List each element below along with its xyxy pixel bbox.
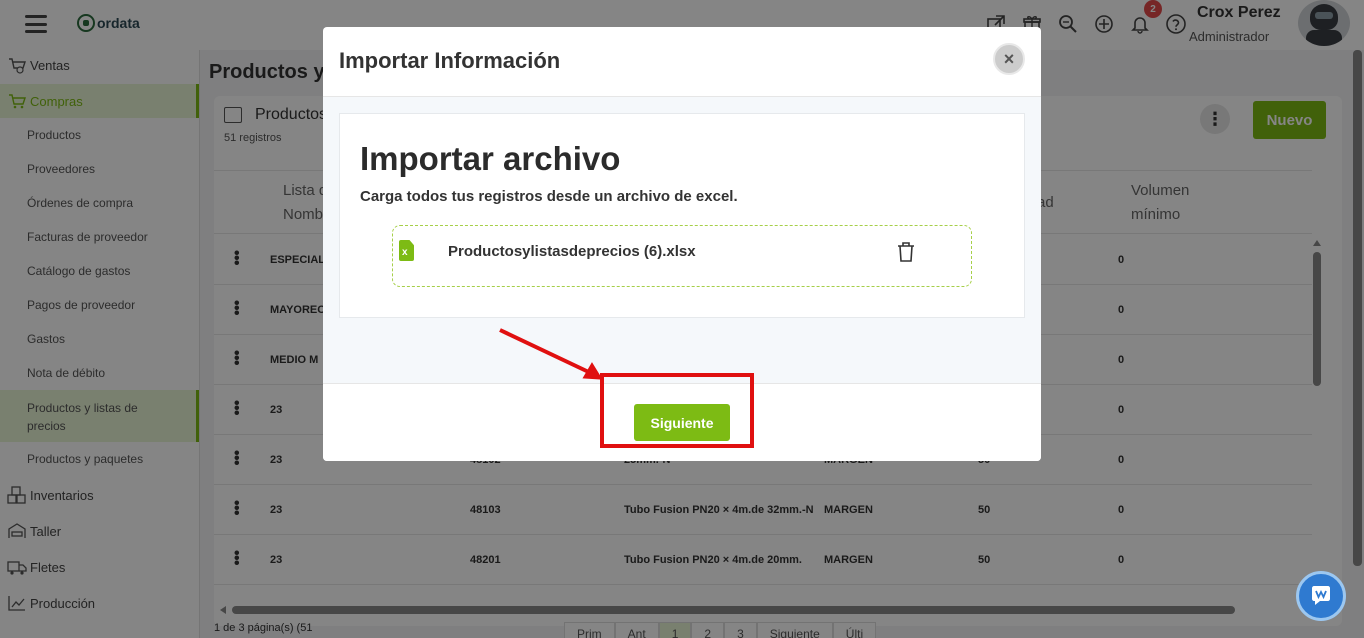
modal-body: Importar archivo Carga todos tus registr… <box>323 97 1041 383</box>
file-name: Productosylistasdeprecios (6).xlsx <box>448 243 696 260</box>
uploaded-file[interactable]: x Productosylistasdeprecios (6).xlsx <box>392 225 972 287</box>
trash-icon[interactable] <box>896 241 916 263</box>
close-button[interactable]: × <box>993 43 1025 75</box>
modal-title: Importar Información <box>339 48 561 73</box>
chat-icon <box>1312 586 1330 605</box>
annotation-highlight-box <box>600 373 754 448</box>
import-title: Importar archivo <box>360 140 621 177</box>
annotation-arrow-icon <box>499 328 603 380</box>
modal-header: Importar Información × <box>323 27 1041 97</box>
chat-support-button[interactable] <box>1296 571 1346 621</box>
import-subtitle: Carga todos tus registros desde un archi… <box>360 188 738 205</box>
excel-file-icon: x <box>399 240 414 261</box>
import-card: Importar archivo Carga todos tus registr… <box>339 113 1025 318</box>
